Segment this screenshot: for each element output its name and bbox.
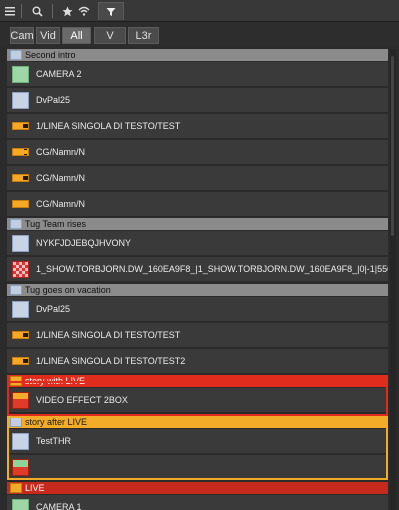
- filter-bar: Cam Vid All V L3r: [0, 23, 399, 47]
- star-icon[interactable]: [60, 2, 74, 20]
- item-label: 1_SHOW.TORBJORN.DW_160EA9F8_|1_SHOW.TORB…: [36, 264, 388, 274]
- story-title: LIVE: [25, 483, 45, 493]
- story-title: Tug Team rises: [25, 219, 87, 229]
- filter-cam-button[interactable]: Cam: [10, 27, 34, 44]
- wifi-icon[interactable]: [77, 2, 91, 20]
- toolbar-separator: [52, 4, 53, 18]
- top-toolbar: [0, 0, 399, 22]
- item-label: CAMERA 2: [36, 69, 82, 79]
- cg-list-icon: [12, 148, 29, 156]
- video-icon: [12, 301, 29, 318]
- item-label: 1/LINEA SINGOLA DI TESTO/TEST: [36, 121, 181, 131]
- scrollbar-thumb[interactable]: [391, 56, 394, 236]
- story-header[interactable]: Tug goes on vacation: [7, 284, 388, 296]
- item-label: VIDEO EFFECT 2BOX: [36, 395, 128, 405]
- story-header[interactable]: LIVE: [7, 482, 388, 494]
- list-item[interactable]: CG/Namn/N: [7, 140, 388, 165]
- list-item[interactable]: NYKFJDJEBQJHVONY: [7, 231, 388, 256]
- story-color-chip: [10, 50, 22, 60]
- checker-clip-icon: [12, 261, 29, 278]
- list-item[interactable]: DvPal25: [7, 297, 388, 322]
- video-icon: [12, 92, 29, 109]
- filter-v-button[interactable]: V: [94, 27, 126, 44]
- item-label: NYKFJDJEBQJHVONY: [36, 238, 132, 248]
- story-title: story with LIVE: [25, 376, 86, 386]
- list-item[interactable]: 1_SHOW.TORBJORN.DW_160EA9F8_|1_SHOW.TORB…: [7, 257, 388, 282]
- item-label: TestTHR: [36, 436, 72, 446]
- item-label: CG/Namn/N: [36, 199, 86, 209]
- camera-icon: [12, 499, 29, 510]
- story-header[interactable]: Tug Team rises: [7, 218, 388, 230]
- story-color-chip: [10, 219, 22, 229]
- cg-lower-third-icon: [12, 122, 29, 130]
- story-color-chip: [10, 376, 22, 386]
- filter-vid-button[interactable]: Vid: [36, 27, 60, 44]
- filter-icon: [106, 7, 116, 16]
- story-color-chip: [10, 285, 22, 295]
- item-label: CG/Namn/N: [36, 173, 86, 183]
- story-title: story after LIVE: [25, 417, 88, 427]
- cg-lower-third-icon: [12, 357, 29, 365]
- video-icon: [12, 433, 29, 450]
- list-item[interactable]: 1/LINEA SINGOLA DI TESTO/TEST: [7, 323, 388, 348]
- list-item[interactable]: CG/Namn/N: [7, 192, 388, 217]
- list-item[interactable]: CAMERA 1: [7, 495, 388, 510]
- toolbar-separator: [21, 4, 22, 18]
- story-header[interactable]: story with LIVE: [7, 375, 388, 387]
- item-label: 1/LINEA SINGOLA DI TESTO/TEST2: [36, 356, 186, 366]
- list-item[interactable]: 1/LINEA SINGOLA DI TESTO/TEST: [7, 114, 388, 139]
- list-item[interactable]: TestTHR: [7, 429, 388, 454]
- cg-lower-third-icon: [12, 331, 29, 339]
- story-color-chip: [10, 483, 22, 493]
- item-label: 1/LINEA SINGOLA DI TESTO/TEST: [36, 330, 181, 340]
- list-item[interactable]: CG/Namn/N: [7, 166, 388, 191]
- item-label: CAMERA 1: [36, 502, 82, 510]
- list-item[interactable]: VIDEO EFFECT 2BOX: [7, 388, 388, 413]
- filter-all-button[interactable]: All: [62, 27, 91, 44]
- item-label: DvPal25: [36, 95, 71, 105]
- menu-icon[interactable]: [3, 2, 17, 20]
- item-label: CG/Namn/N: [36, 147, 86, 157]
- cg-lower-third-icon: [12, 174, 29, 182]
- camera-icon: [12, 66, 29, 83]
- story-title: Second intro: [25, 50, 76, 60]
- filter-l3r-button[interactable]: L3r: [128, 27, 159, 44]
- rundown-list: Second intro CAMERA 2 DvPal25 1/LINEA SI…: [7, 49, 388, 510]
- list-item[interactable]: DvPal25: [7, 88, 388, 113]
- list-item[interactable]: CAMERA 2: [7, 62, 388, 87]
- cg-plain-icon: [12, 200, 29, 208]
- list-item[interactable]: 1/LINEA SINGOLA DI TESTO/TEST2: [7, 349, 388, 374]
- video-icon: [12, 235, 29, 252]
- filter-tab[interactable]: [98, 2, 124, 20]
- video-effect-icon: [12, 392, 29, 409]
- story-header[interactable]: story after LIVE: [7, 416, 388, 428]
- list-item[interactable]: [7, 455, 388, 480]
- story-title: Tug goes on vacation: [25, 285, 111, 295]
- story-header[interactable]: Second intro: [7, 49, 388, 61]
- item-label: DvPal25: [36, 304, 71, 314]
- story-color-chip: [10, 417, 22, 427]
- search-icon[interactable]: [30, 2, 44, 20]
- graphic-icon: [12, 459, 29, 476]
